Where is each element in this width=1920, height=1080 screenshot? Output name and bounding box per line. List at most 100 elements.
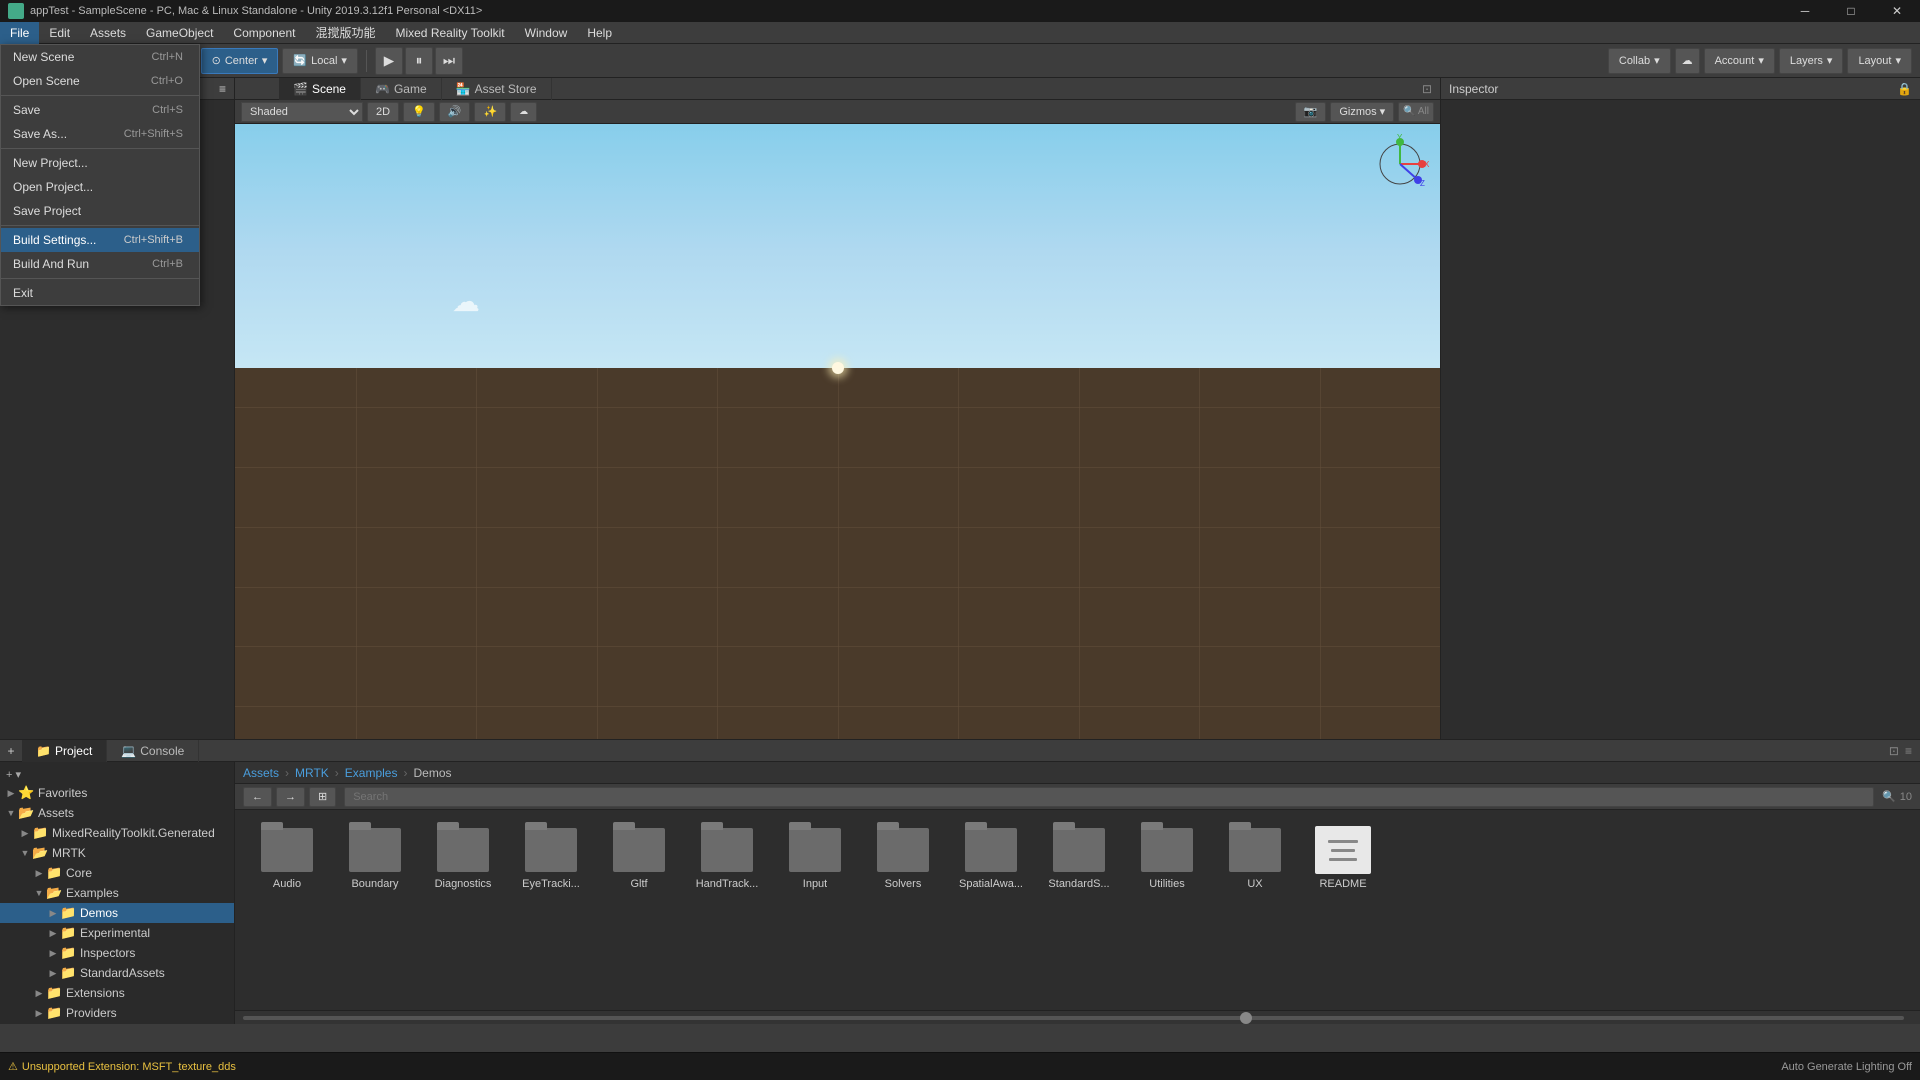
tree-sdk[interactable]: ▶ 📁 SDK <box>0 1023 234 1024</box>
tree-mrtk-generated[interactable]: ▶ 📁 MixedRealityToolkit.Generated <box>0 823 234 843</box>
assets-back[interactable]: ← <box>243 787 272 807</box>
close-button[interactable]: ✕ <box>1874 0 1920 22</box>
separator-1 <box>1 95 199 96</box>
center-button[interactable]: ⊙ Center ▾ <box>201 48 279 74</box>
asset-boundary[interactable]: Boundary <box>335 822 415 894</box>
menu-window[interactable]: Window <box>515 22 578 44</box>
separator-3 <box>1 225 199 226</box>
asset-utilities[interactable]: Utilities <box>1127 822 1207 894</box>
account-button[interactable]: Account ▾ <box>1704 48 1775 74</box>
main-toolbar: ✋ ✛ ↻ ⤢ ▭ ⊞ ⊙ Center ▾ 🔄 Local ▾ ▶ ⏸ ⏭ C… <box>0 44 1920 78</box>
asset-readme[interactable]: README <box>1303 822 1383 894</box>
restore-button[interactable]: □ <box>1828 0 1874 22</box>
menu-item-new-project[interactable]: New Project... <box>1 151 199 175</box>
assets-zoom-thumb[interactable] <box>1240 1012 1252 1024</box>
mrtk-gen-icon: 📁 <box>32 825 48 841</box>
shading-select[interactable]: Shaded Wireframe Shaded Wireframe <box>241 102 363 122</box>
tree-demos[interactable]: ▶ 📁 Demos <box>0 903 234 923</box>
scene-tabs: 🎬 Scene 🎮 Game 🏪 Asset Store ⊡ <box>235 78 1440 100</box>
scene-sky-toggle[interactable]: ☁ <box>510 102 537 122</box>
fx-button[interactable]: ✨ <box>474 102 506 122</box>
bottom-maximize[interactable]: ⊡ <box>1889 744 1899 758</box>
tree-favorites[interactable]: ▶ ⭐ Favorites <box>0 783 234 803</box>
assets-toggle-view[interactable]: ⊞ <box>309 787 336 807</box>
asset-diagnostics[interactable]: Diagnostics <box>423 822 503 894</box>
tree-mrtk[interactable]: ▼ 📂 MRTK <box>0 843 234 863</box>
layers-button[interactable]: Layers ▾ <box>1779 48 1844 74</box>
menu-edit[interactable]: Edit <box>39 22 80 44</box>
tab-console[interactable]: 💻 Console <box>107 740 199 762</box>
assets-search-input[interactable] <box>344 787 1874 807</box>
menu-item-save-project[interactable]: Save Project <box>1 199 199 223</box>
menu-item-save-as[interactable]: Save As... Ctrl+Shift+S <box>1 122 199 146</box>
local-button[interactable]: 🔄 Local ▾ <box>282 48 358 74</box>
eyetracking-folder-icon <box>523 826 579 874</box>
breadcrumb-examples[interactable]: Examples <box>345 766 398 780</box>
asset-standards[interactable]: StandardS... <box>1039 822 1119 894</box>
cloud-button[interactable]: ☁ <box>1675 48 1700 74</box>
layout-button[interactable]: Layout ▾ <box>1847 48 1912 74</box>
tree-providers[interactable]: ▶ 📁 Providers <box>0 1003 234 1023</box>
asset-spatial[interactable]: SpatialAwa... <box>951 822 1031 894</box>
inspector-lock[interactable]: 🔒 <box>1897 82 1912 96</box>
menu-file[interactable]: File <box>0 22 39 44</box>
scene-viewport[interactable]: ☁ X Y <box>235 124 1440 767</box>
asset-eyetracking[interactable]: EyeTracki... <box>511 822 591 894</box>
core-arrow: ▶ <box>32 868 46 879</box>
tree-examples[interactable]: ▼ 📂 Examples <box>0 883 234 903</box>
assets-breadcrumb: Assets › MRTK › Examples › Demos <box>235 762 1920 784</box>
tree-assets[interactable]: ▼ 📂 Assets <box>0 803 234 823</box>
menu-gameobject[interactable]: GameObject <box>136 22 223 44</box>
assets-forward[interactable]: → <box>276 787 305 807</box>
search-bar-scene[interactable]: 🔍 All <box>1398 102 1434 122</box>
tree-add-button[interactable]: + ▾ <box>6 768 21 781</box>
step-button[interactable]: ⏭ <box>435 47 463 75</box>
menu-item-build-settings[interactable]: Build Settings... Ctrl+Shift+B <box>1 228 199 252</box>
tab-game[interactable]: 🎮 Game <box>361 78 442 100</box>
gizmos-btn[interactable]: Gizmos ▾ <box>1330 102 1394 122</box>
asset-input[interactable]: Input <box>775 822 855 894</box>
2d-button[interactable]: 2D <box>367 102 399 122</box>
svg-text:Z: Z <box>1420 179 1425 188</box>
menu-item-exit[interactable]: Exit <box>1 281 199 305</box>
menu-item-open-project[interactable]: Open Project... <box>1 175 199 199</box>
play-button[interactable]: ▶ <box>375 47 403 75</box>
menu-item-build-run[interactable]: Build And Run Ctrl+B <box>1 252 199 276</box>
bottom-add[interactable]: + <box>0 740 22 762</box>
bottom-menu[interactable]: ≡ <box>1905 744 1912 758</box>
tree-inspectors[interactable]: ▶ 📁 Inspectors <box>0 943 234 963</box>
menu-item-new-scene[interactable]: New Scene Ctrl+N <box>1 45 199 69</box>
minimize-button[interactable]: ─ <box>1782 0 1828 22</box>
file-dropdown-menu: New Scene Ctrl+N Open Scene Ctrl+O Save … <box>0 44 200 306</box>
assets-zoom-track[interactable] <box>243 1016 1904 1020</box>
collab-button[interactable]: Collab ▾ <box>1608 48 1671 74</box>
menu-component[interactable]: Component <box>223 22 305 44</box>
scene-camera[interactable]: 📷 <box>1295 102 1327 122</box>
asset-solvers[interactable]: Solvers <box>863 822 943 894</box>
asset-gltf[interactable]: Gltf <box>599 822 679 894</box>
asset-ux[interactable]: UX <box>1215 822 1295 894</box>
pause-button[interactable]: ⏸ <box>405 47 433 75</box>
asset-audio[interactable]: Audio <box>247 822 327 894</box>
tree-core[interactable]: ▶ 📁 Core <box>0 863 234 883</box>
audio-button[interactable]: 🔊 <box>439 102 471 122</box>
menu-mixed-cn[interactable]: 混搅版功能 <box>305 22 385 44</box>
tree-extensions[interactable]: ▶ 📁 Extensions <box>0 983 234 1003</box>
breadcrumb-assets[interactable]: Assets <box>243 766 279 780</box>
asset-handtracking[interactable]: HandTrack... <box>687 822 767 894</box>
menu-bar: File Edit Assets GameObject Component 混搅… <box>0 22 1920 44</box>
menu-help[interactable]: Help <box>577 22 622 44</box>
tab-asset-store[interactable]: 🏪 Asset Store <box>442 78 552 100</box>
breadcrumb-mrtk[interactable]: MRTK <box>295 766 329 780</box>
scene-lock <box>235 78 257 100</box>
tree-standard-assets[interactable]: ▶ 📁 StandardAssets <box>0 963 234 983</box>
menu-item-save[interactable]: Save Ctrl+S <box>1 98 199 122</box>
light-button[interactable]: 💡 <box>403 102 435 122</box>
menu-mrtoolkit[interactable]: Mixed Reality Toolkit <box>385 22 514 44</box>
tree-experimental[interactable]: ▶ 📁 Experimental <box>0 923 234 943</box>
menu-item-open-scene[interactable]: Open Scene Ctrl+O <box>1 69 199 93</box>
tab-scene[interactable]: 🎬 Scene <box>279 78 361 100</box>
menu-assets[interactable]: Assets <box>80 22 136 44</box>
tab-project[interactable]: 📁 Project <box>22 740 107 762</box>
scene-maximize[interactable]: ⊡ <box>1422 82 1432 96</box>
